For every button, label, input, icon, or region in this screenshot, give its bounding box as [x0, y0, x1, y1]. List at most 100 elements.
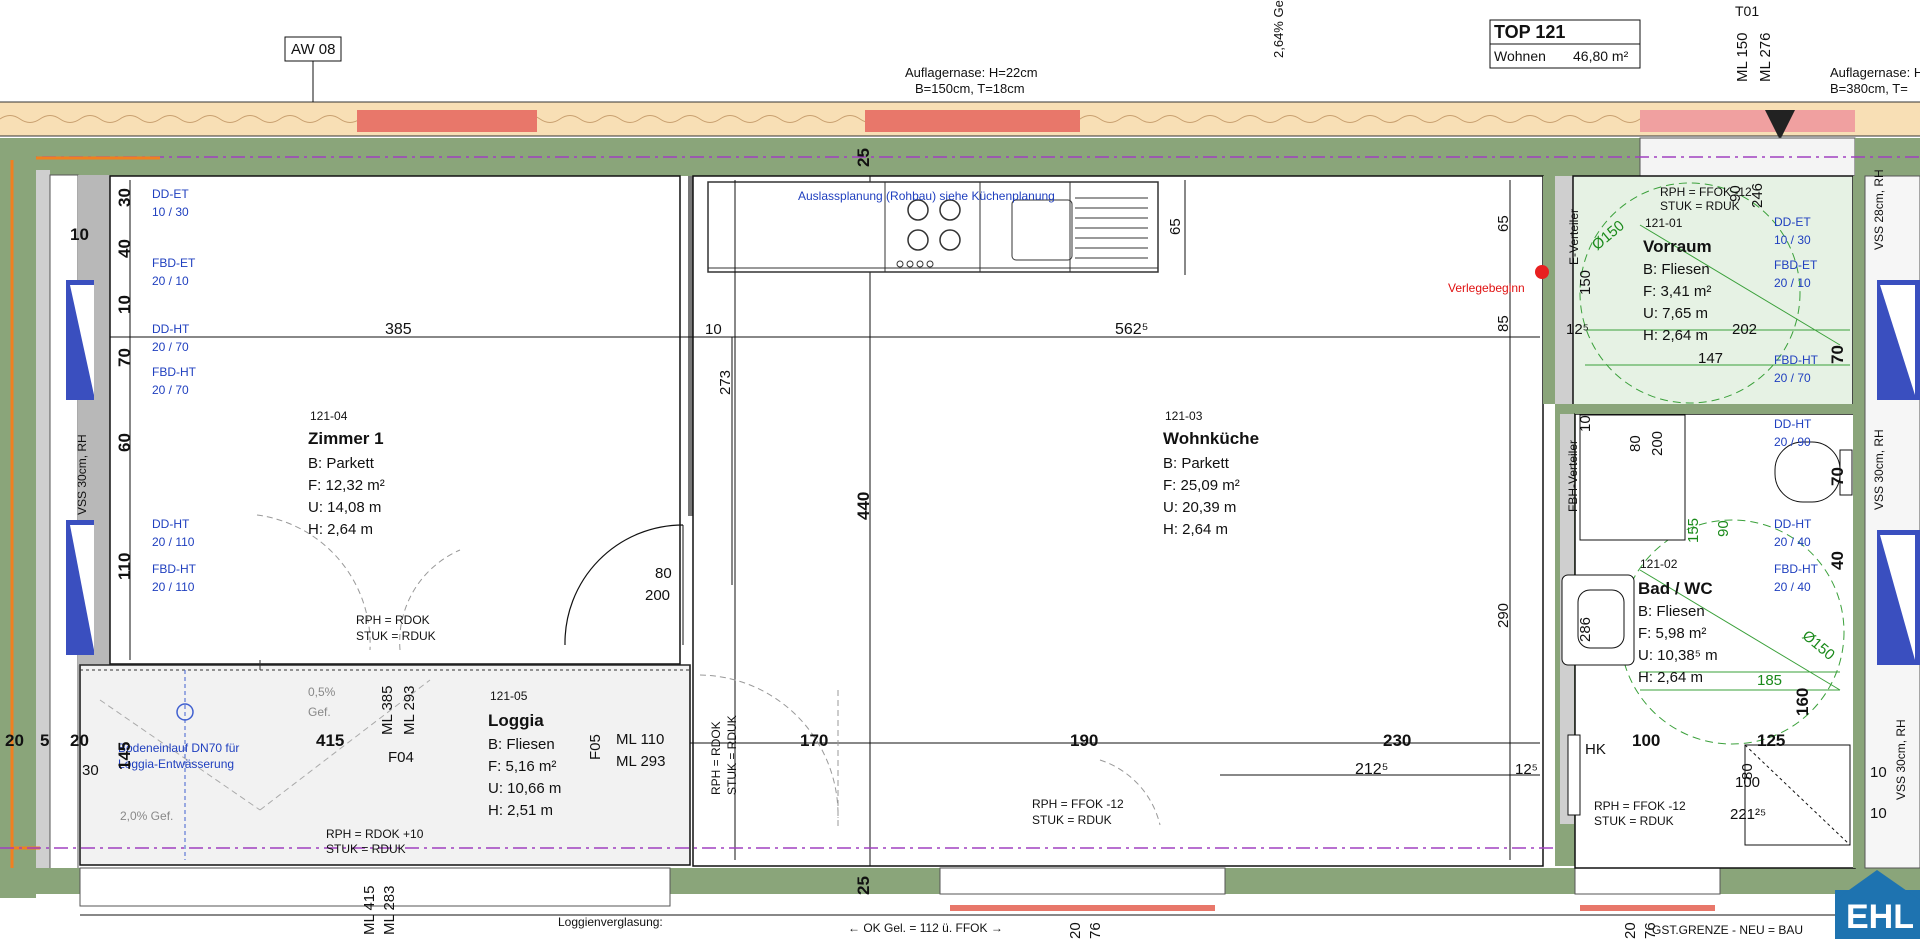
- bad-f: F: 5,98 m²: [1638, 625, 1707, 642]
- win-l-dd-et-v: 10 / 30: [152, 205, 189, 219]
- rph-vert-2: STUK = RDUK: [725, 715, 739, 795]
- dim-b90: 90: [1715, 520, 1732, 537]
- vorraum-u: U: 7,65 m: [1643, 305, 1709, 322]
- dim-bot76b: 76: [1642, 922, 1659, 939]
- win-l-dd-ht2: DD-HT: [152, 517, 190, 531]
- rph-loggia-1: RPH = RDOK +10: [326, 827, 424, 841]
- loggia-id: 121-05: [490, 689, 528, 703]
- wohnkueche-b: B: Parkett: [1163, 455, 1229, 472]
- rph-zimmer-2: STUK = RDUK: [356, 629, 436, 643]
- dim-65a: 65: [1167, 218, 1184, 235]
- bodeneinlauf-2: Loggia-Entwässerung: [118, 757, 235, 771]
- wohnkueche-u: U: 20,39 m: [1163, 499, 1237, 516]
- vorraum-b: B: Fliesen: [1643, 261, 1710, 278]
- dim-l10b: 10: [70, 225, 89, 244]
- rph-wohn-2: STUK = RDUK: [1032, 813, 1112, 827]
- dim-v202: 202: [1732, 321, 1758, 338]
- win-r-vss1: VSS 28cm, RH: [1872, 169, 1886, 250]
- bad-b: B: Fliesen: [1638, 603, 1705, 620]
- dim-v246: 246: [1749, 182, 1766, 208]
- dim-b2212: 221²⁵: [1730, 806, 1767, 823]
- f04-label: F04: [388, 749, 414, 766]
- win-r-dd-et: DD-ET: [1774, 215, 1811, 229]
- win-r-fbd-et-v: 20 / 10: [1774, 276, 1811, 290]
- t01-label: T01: [1735, 3, 1760, 19]
- lintel-right: [1640, 110, 1855, 132]
- dim-l60: 60: [115, 433, 134, 452]
- win-r-vss2: VSS 30cm, RH: [1872, 429, 1886, 510]
- e-verteiler-label: E-Verteiler: [1567, 208, 1581, 265]
- loggienverglasung: Loggienverglasung:: [558, 915, 663, 929]
- win-r-vss3: VSS 30cm, RH: [1894, 719, 1908, 800]
- dim-v90: 90: [1727, 185, 1744, 202]
- top-title: TOP 121: [1494, 22, 1566, 42]
- dim-190: 190: [1070, 731, 1099, 750]
- wohnkueche-name: Wohnküche: [1163, 429, 1260, 448]
- ml-top-1: ML 150: [1734, 32, 1751, 82]
- dim-b160: 160: [1793, 687, 1812, 716]
- loggia-b: B: Fliesen: [488, 736, 555, 753]
- dim-20b: 20: [70, 731, 89, 750]
- ok-gel: ← OK Gel. = 112 ü. FFOK →: [848, 921, 1003, 935]
- win-r-fbd-et: FBD-ET: [1774, 258, 1818, 272]
- dim-415: 415: [316, 731, 345, 750]
- dim-v70a: 70: [1828, 345, 1847, 364]
- dim-30: 30: [82, 762, 99, 779]
- dim-25a: 25: [854, 148, 873, 167]
- dim-65b: 65: [1495, 215, 1512, 232]
- loggia-name: Loggia: [488, 711, 544, 730]
- dim-bot76: 76: [1087, 922, 1104, 939]
- dim-150: 150: [1577, 269, 1594, 295]
- ml283-label: ML 283: [381, 885, 398, 935]
- verlegebeginn-label: Verlegebeginn: [1448, 281, 1525, 295]
- loggia-u: U: 10,66 m: [488, 780, 562, 797]
- dim-125: 12⁵: [1566, 321, 1589, 338]
- dim-b155: 155: [1685, 517, 1702, 543]
- dim-145: 145: [115, 741, 134, 770]
- zimmer-f: F: 12,32 m²: [308, 477, 385, 494]
- dim-l70: 70: [115, 348, 134, 367]
- rph-vert-1: RPH = RDOK: [709, 721, 723, 795]
- win-r-fbd-ht2-v: 20 / 40: [1774, 580, 1811, 594]
- win-l-fbd-ht2-v: 20 / 110: [152, 580, 195, 594]
- vorraum-f: F: 3,41 m²: [1643, 283, 1712, 300]
- rph-zimmer-1: RPH = RDOK: [356, 613, 430, 627]
- wohnkueche-f: F: 25,09 m²: [1163, 477, 1240, 494]
- win-l-fbd-ht2: FBD-HT: [152, 562, 196, 576]
- dim-b10b: 10: [1870, 805, 1887, 822]
- rph-bad-1: RPH = FFOK -12: [1594, 799, 1686, 813]
- dim-b40: 40: [1828, 551, 1847, 570]
- dim-290: 290: [1495, 602, 1512, 628]
- dim-l40: 40: [115, 239, 134, 258]
- lintel-left: [357, 110, 537, 132]
- ml293-label: ML 293: [616, 753, 666, 770]
- bodeneinlauf-1: Bodeneinlauf DN70 für: [118, 741, 240, 755]
- ml110-label: ML 110: [616, 731, 665, 748]
- auflager-left-1: Auflagernase: H=22cm: [905, 65, 1038, 80]
- dim-85: 85: [1495, 315, 1512, 332]
- win-r-fbd-ht-v: 20 / 70: [1774, 371, 1811, 385]
- dim-l10: 10: [115, 295, 134, 314]
- dim-125b: 12⁵: [1515, 761, 1538, 778]
- gst-grenze: GST.GRENZE - NEU = BAU: [1652, 923, 1804, 937]
- loggia-f: F: 5,16 m²: [488, 758, 557, 775]
- dim-b286: 286: [1577, 616, 1594, 642]
- gefaelle-1b: Gef.: [308, 705, 331, 719]
- win-r-fbd-ht2: FBD-HT: [1774, 562, 1818, 576]
- win-l-fbd-ht1-v: 20 / 70: [152, 383, 189, 397]
- washbasin: [1561, 574, 1635, 666]
- top-area: 46,80 m²: [1573, 48, 1629, 64]
- bad-name: Bad / WC: [1638, 579, 1713, 598]
- win-l-vss: VSS 30cm, RH: [75, 434, 89, 515]
- win-l-fbd-ht1: FBD-HT: [152, 365, 196, 379]
- lintel-center: [865, 110, 1080, 132]
- dim-5: 5: [40, 731, 50, 750]
- ml415-label: ML 415: [361, 885, 378, 935]
- win-l-fbd-et: FBD-ET: [152, 256, 196, 270]
- dim-l30: 30: [115, 188, 134, 207]
- f05-label: F05: [587, 734, 604, 760]
- rph-loggia-2: STUK = RDUK: [326, 842, 406, 856]
- vorraum-name: Vorraum: [1643, 237, 1712, 256]
- dim-200: 200: [645, 587, 671, 604]
- gefaelle-2: 2,0% Gef.: [120, 809, 174, 823]
